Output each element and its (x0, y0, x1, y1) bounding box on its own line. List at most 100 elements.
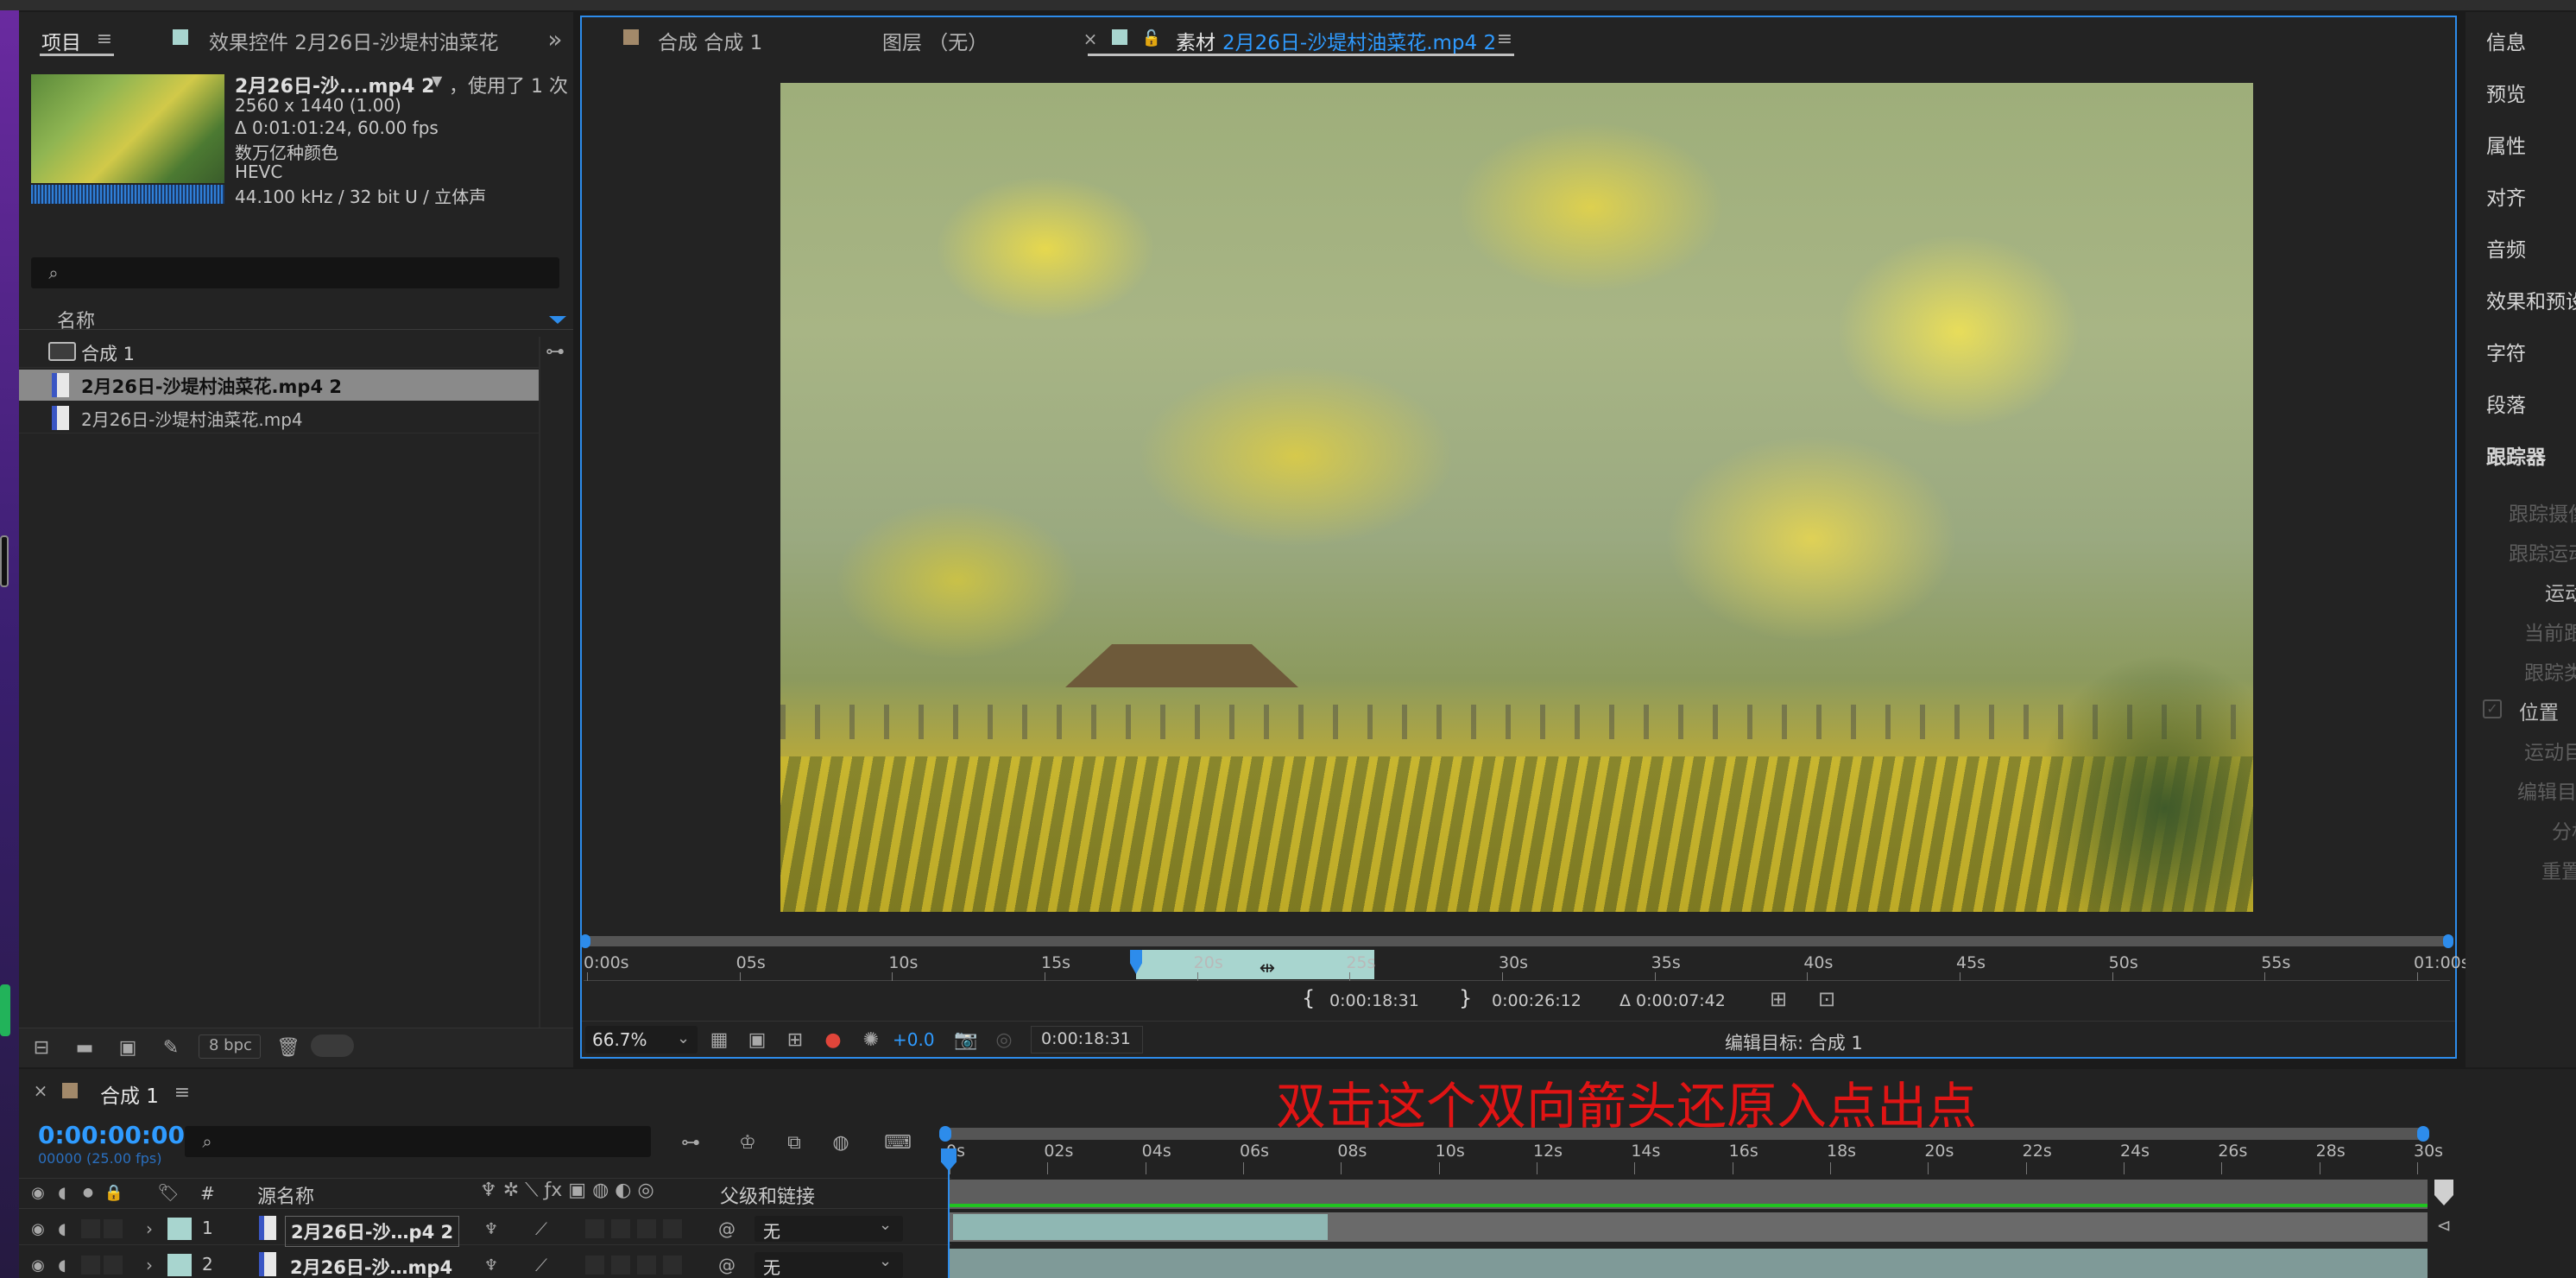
folder-icon[interactable]: ▬ (67, 1031, 102, 1064)
double-arrow-icon[interactable]: ⇹ (1253, 957, 1281, 979)
motion-blur-icon[interactable]: ◍ (824, 1128, 858, 1157)
switch-box[interactable] (637, 1219, 656, 1238)
switch-box[interactable] (611, 1256, 630, 1275)
column-parent-header[interactable]: 父级和链接 (720, 1181, 815, 1209)
tracker-item[interactable]: 重置 (2541, 855, 2576, 884)
switch-box[interactable] (585, 1219, 604, 1238)
scroll-start-handle[interactable] (580, 934, 590, 948)
lock-icon[interactable]: 🔓 (1141, 26, 1162, 50)
switch-box[interactable] (585, 1256, 604, 1275)
tracker-item[interactable]: 跟踪摄像机 (2509, 497, 2576, 527)
show-snapshot-icon[interactable]: ◎ (989, 1026, 1019, 1053)
hamburger-icon[interactable]: ≡ (169, 1079, 195, 1105)
safe-margins-icon[interactable]: ▣ (742, 1026, 772, 1053)
sort-arrow-icon[interactable] (549, 316, 566, 324)
layer-1-trimmed-segment[interactable] (953, 1214, 1328, 1240)
grid-icon[interactable]: ⊞ (780, 1026, 810, 1053)
right-menu-item[interactable]: 字符 (2486, 337, 2526, 366)
viewer-scrollbar[interactable] (584, 936, 2450, 946)
timeline-current-time[interactable]: 0:00:00:00 (38, 1121, 185, 1149)
chevron-down-icon[interactable]: ▼ (432, 73, 442, 89)
chevron-down-icon[interactable]: ⌄ (879, 1252, 892, 1270)
tracker-item[interactable]: 运动源 (2545, 577, 2576, 606)
chevron-down-icon[interactable]: ⌄ (879, 1216, 892, 1234)
out-point-bracket-icon[interactable]: } (1459, 986, 1472, 1010)
eye-icon[interactable]: ◉ (26, 1252, 50, 1278)
layer-source-name[interactable]: 2月26日-沙…mp4 (285, 1252, 458, 1278)
position-checkbox[interactable]: ✓ (2483, 699, 2502, 718)
switch-box[interactable] (637, 1256, 656, 1275)
work-area-end-handle[interactable] (2417, 1126, 2429, 1142)
speaker-icon[interactable]: ◖ (50, 1216, 74, 1242)
hamburger-icon[interactable]: ≡ (92, 26, 117, 52)
overlay-edit-icon[interactable]: ⊡ (1809, 984, 1844, 1014)
lock-toggle[interactable] (104, 1219, 123, 1238)
right-menu-item[interactable]: 效果和预设 (2486, 285, 2576, 314)
switch-box[interactable] (611, 1219, 630, 1238)
close-icon[interactable]: × (1081, 28, 1100, 50)
project-search-input[interactable] (73, 259, 556, 287)
chevron-down-icon[interactable]: ⌄ (677, 1029, 690, 1047)
right-menu-item[interactable]: 音频 (2486, 233, 2526, 263)
hamburger-icon[interactable]: ≡ (1492, 26, 1518, 52)
scroll-end-handle[interactable] (2443, 934, 2453, 948)
close-icon[interactable]: × (31, 1079, 50, 1102)
layer-end-marker-icon[interactable]: ⊲ (2431, 1212, 2457, 1238)
tab-timeline-comp[interactable]: 合成 1 (100, 1079, 159, 1109)
interpret-footage-icon[interactable]: ⊟ (24, 1031, 59, 1064)
tab-effects-controls[interactable]: 效果控件 2月26日-沙堤村油菜花 (209, 26, 499, 55)
trash-icon[interactable]: 🗑 (271, 1031, 306, 1064)
tab-composition[interactable]: 合成 合成 1 (658, 26, 762, 55)
list-item[interactable]: 2月26日-沙堤村油菜花.mp4 2 (19, 370, 539, 401)
right-menu-item[interactable]: 属性 (2486, 130, 2526, 159)
ripple-insert-icon[interactable]: ⊞ (1761, 984, 1796, 1014)
comp-flowchart-icon[interactable]: ⊶ (673, 1128, 708, 1157)
layer-2-duration-bar[interactable] (950, 1249, 2428, 1278)
right-menu-item[interactable]: 对齐 (2486, 181, 2526, 211)
channels-icon[interactable]: ● (818, 1026, 848, 1053)
column-source-header[interactable]: 源名称 (257, 1181, 314, 1209)
thumbnail-slider[interactable] (311, 1034, 354, 1057)
chevron-double-right-icon[interactable]: » (540, 24, 570, 54)
camera-icon[interactable]: 📷 (951, 1026, 981, 1053)
eye-icon[interactable]: ◉ (26, 1216, 50, 1242)
brush-icon[interactable]: ✎ (154, 1031, 188, 1064)
label-tag-icon[interactable]: 🏷 (155, 1180, 181, 1205)
switch-box[interactable] (663, 1219, 682, 1238)
switch-box[interactable] (663, 1256, 682, 1275)
solo-icon[interactable]: ● (76, 1180, 100, 1205)
timeline-search-box[interactable] (185, 1126, 651, 1157)
shy-switch-icon[interactable]: ♆ (480, 1216, 502, 1242)
quality-switch-icon[interactable]: ⟋ (530, 1216, 552, 1242)
chevron-right-icon[interactable]: › (140, 1216, 159, 1242)
transparency-grid-icon[interactable]: ▦ (704, 1026, 734, 1053)
pick-whip-icon[interactable]: @ (715, 1252, 739, 1278)
column-name-header[interactable]: 名称 (57, 306, 95, 333)
tab-footage-name[interactable]: 2月26日-沙堤村油菜花.mp4 2 (1222, 26, 1496, 55)
tracker-item[interactable]: 位置 (2519, 696, 2559, 725)
chevron-right-icon[interactable]: › (140, 1252, 159, 1278)
layer-source-name[interactable]: 2月26日-沙…p4 2 (285, 1216, 460, 1247)
new-composition-icon[interactable]: ▣ (110, 1031, 145, 1064)
right-menu-item[interactable]: 段落 (2486, 389, 2526, 418)
right-menu-item[interactable]: 跟踪器 (2486, 440, 2546, 470)
tracker-item[interactable]: 编辑目标 (2517, 775, 2576, 805)
tracker-item[interactable]: 分析 (2552, 815, 2576, 845)
list-item[interactable]: 合成 1 (19, 337, 539, 368)
layer-label-swatch[interactable] (167, 1254, 192, 1276)
speaker-icon[interactable]: ◖ (50, 1252, 74, 1278)
list-item[interactable]: 2月26日-沙堤村油菜花.mp4 (19, 402, 539, 433)
eye-icon[interactable]: ◉ (26, 1180, 50, 1205)
tracker-item[interactable]: 当前跟踪 (2524, 617, 2576, 646)
work-area-start-handle[interactable] (939, 1126, 951, 1142)
right-menu-item[interactable]: 预览 (2486, 78, 2526, 107)
lock-toggle[interactable] (104, 1256, 123, 1275)
tracker-item[interactable]: 跟踪运动 (2509, 537, 2576, 566)
layer-label-swatch[interactable] (167, 1218, 192, 1240)
frame-blending-icon[interactable]: ⧉ (777, 1128, 811, 1157)
lock-icon[interactable]: 🔒 (102, 1180, 126, 1205)
graph-editor-icon[interactable]: ⌨ (881, 1128, 915, 1157)
pick-whip-icon[interactable]: @ (715, 1216, 739, 1242)
solo-toggle[interactable] (81, 1219, 100, 1238)
color-management-icon[interactable]: ✺ (856, 1026, 886, 1053)
